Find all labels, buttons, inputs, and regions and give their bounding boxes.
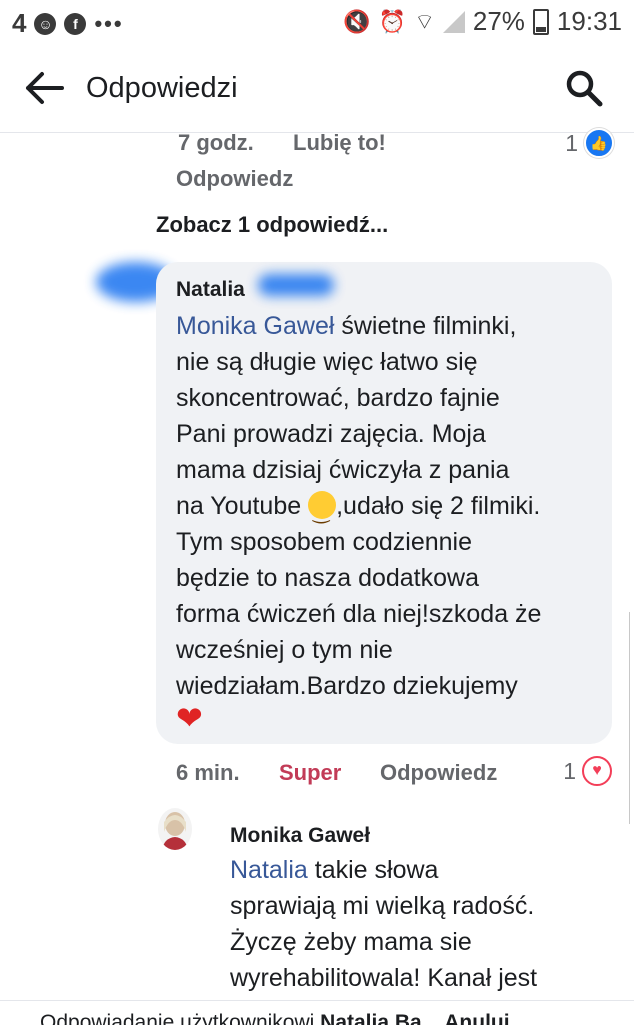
comment-line: będzie to nasza dodatkowa bbox=[176, 564, 479, 592]
prev-like-count-value: 1 bbox=[565, 129, 578, 156]
comment-line: sprawiają mi wielką radość. bbox=[230, 892, 535, 920]
battery-percent: 27% bbox=[472, 6, 525, 36]
signal-icon bbox=[442, 10, 465, 33]
comment-line: skoncentrować, bardzo fajnie bbox=[176, 384, 500, 412]
comment-line: Tym sposobem codziennie bbox=[176, 528, 472, 556]
user-avatar-icon bbox=[162, 812, 188, 850]
wifi-icon: ⌔ bbox=[414, 8, 435, 34]
clock: 19:31 bbox=[556, 6, 622, 36]
comment-line: Natalia takie słowa bbox=[230, 856, 439, 884]
reply-target-name: Natalia Ba bbox=[320, 1011, 422, 1025]
smile-emoji-icon bbox=[308, 491, 337, 531]
comment-line: nie są długie więc łatwo się bbox=[176, 348, 478, 376]
page-title: Odpowiedzi bbox=[86, 72, 238, 104]
reaction-count: 1 ♥ bbox=[563, 756, 612, 786]
status-bar: 4 ☺ f ••• 🔇 ⏰ ⌔ 27% 19:31 bbox=[0, 0, 634, 44]
battery-icon bbox=[532, 8, 549, 35]
love-reaction-icon: ♥ bbox=[582, 756, 612, 786]
more-notifications-icon: ••• bbox=[94, 10, 124, 36]
mute-icon: 🔇 bbox=[343, 8, 371, 34]
app-bar: Odpowiedzi bbox=[0, 44, 634, 133]
comment-line: Pani prowadzi zajęcia. Moja bbox=[176, 420, 486, 448]
prev-like-count: 1 👍 bbox=[565, 128, 614, 158]
thumbs-up-icon: 👍 bbox=[584, 128, 614, 158]
see-replies-link[interactable]: Zobacz 1 odpowiedź... bbox=[156, 212, 388, 238]
comment-line: na Youtube ,udało się 2 filmiki. bbox=[176, 488, 540, 531]
scroll-indicator[interactable] bbox=[629, 612, 634, 824]
super-reaction-button[interactable]: Super bbox=[279, 760, 341, 786]
comment-line: mama dzisiaj ćwiczyła z pania bbox=[176, 456, 510, 484]
alarm-icon: ⏰ bbox=[378, 8, 407, 34]
comment-line: wiedziałam.Bardzo dziekujemy bbox=[176, 672, 518, 700]
avatar[interactable] bbox=[158, 808, 192, 850]
status-left: 4 ☺ f ••• bbox=[12, 8, 124, 39]
messenger-icon: ☺ bbox=[34, 12, 57, 35]
comment-time: 6 min. bbox=[176, 760, 240, 785]
redacted-surname bbox=[258, 274, 334, 296]
reply-status-text: Odpowiadanie użytkownikowi Natalia Ba...… bbox=[40, 1011, 510, 1025]
notification-count: 4 bbox=[12, 8, 27, 38]
prev-comment-time: 7 godz. bbox=[178, 130, 254, 155]
status-right: 🔇 ⏰ ⌔ 27% 19:31 bbox=[343, 6, 622, 37]
comment-line: wcześniej o tym nie bbox=[176, 636, 393, 664]
comment-line: forma ćwiczeń dla niej!szkoda że bbox=[176, 600, 542, 628]
reaction-count-value: 1 bbox=[563, 757, 576, 784]
reply-status-bar: Odpowiadanie użytkownikowi Natalia Ba...… bbox=[0, 1000, 634, 1025]
cancel-reply-button[interactable]: ... Anuluj bbox=[422, 1011, 510, 1025]
comment-line: Życzę żeby mama sie bbox=[230, 928, 472, 956]
heart-emoji-icon: ❤ bbox=[176, 700, 203, 736]
facebook-icon: f bbox=[64, 12, 87, 35]
prev-like-button[interactable]: Lubię to! bbox=[293, 130, 386, 156]
search-icon[interactable] bbox=[564, 68, 604, 108]
prev-reply-button[interactable]: Odpowiedz bbox=[176, 166, 293, 192]
comment-author[interactable]: Natalia bbox=[176, 278, 245, 302]
reply-button[interactable]: Odpowiedz bbox=[380, 760, 497, 786]
comment-author[interactable]: Monika Gaweł bbox=[230, 824, 370, 848]
mention-link[interactable]: Natalia bbox=[230, 856, 308, 884]
mention-link[interactable]: Monika Gaweł bbox=[176, 312, 334, 340]
comment-line: wyrehabilitowala! Kanał jest bbox=[230, 964, 538, 992]
back-arrow-icon[interactable] bbox=[22, 66, 66, 110]
comment-line: Monika Gaweł świetne filminki, bbox=[176, 312, 517, 340]
